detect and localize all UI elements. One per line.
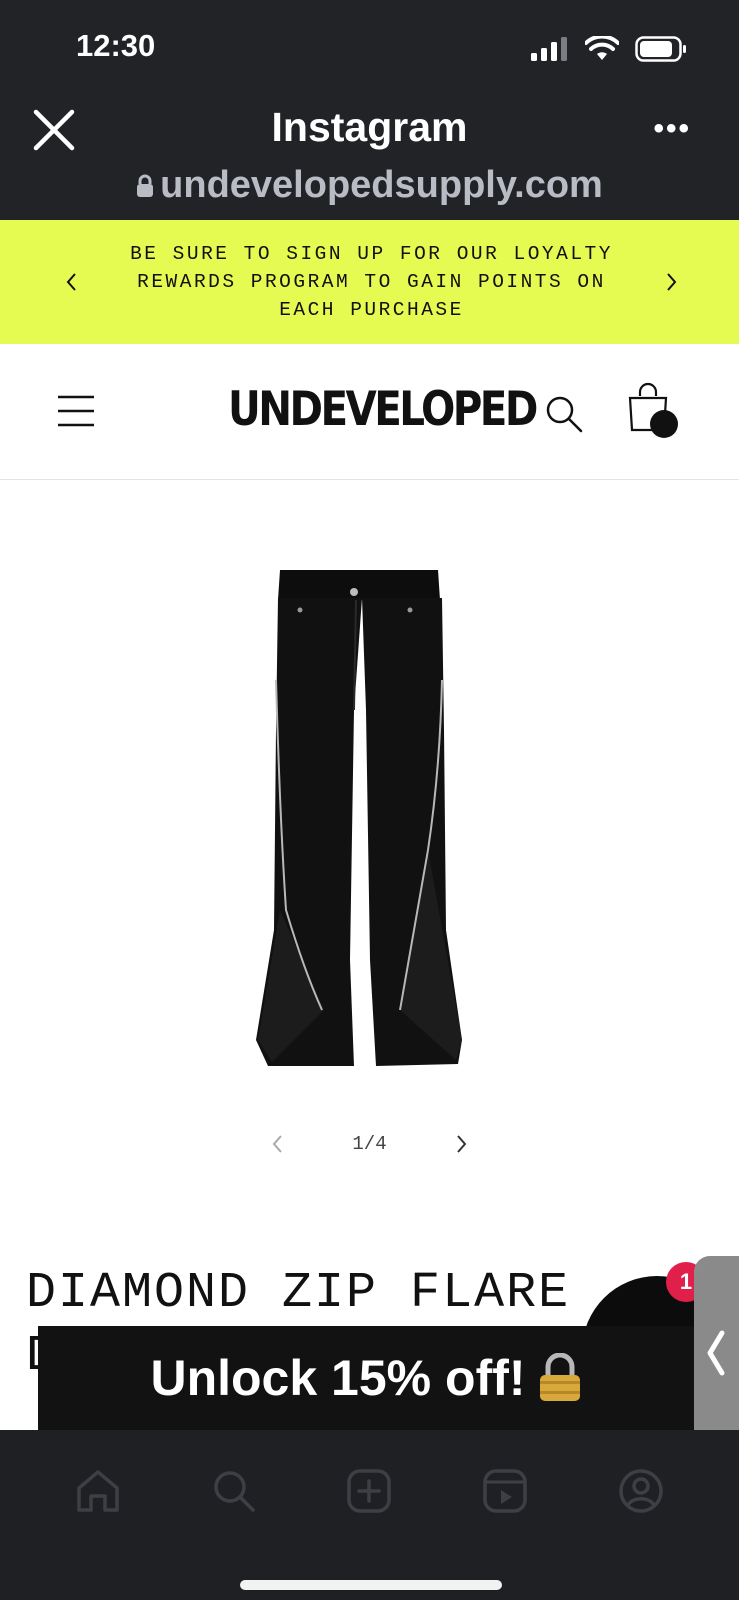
status-time: 12:30 bbox=[76, 28, 156, 63]
gallery-counter: 1/4 bbox=[352, 1133, 387, 1155]
unlock-discount-banner[interactable]: Unlock 15% off! bbox=[38, 1326, 694, 1430]
browser-title: Instagram bbox=[271, 104, 468, 150]
status-icons bbox=[531, 36, 687, 62]
product-gallery[interactable]: 1/4 bbox=[0, 480, 739, 1210]
store-logo[interactable]: UNDEVELOPED bbox=[228, 382, 538, 437]
url-text: undevelopedsupply.com bbox=[160, 164, 603, 206]
create-icon[interactable] bbox=[344, 1466, 394, 1516]
more-icon[interactable]: ••• bbox=[653, 112, 691, 146]
instagram-nav-bar bbox=[0, 1430, 739, 1600]
product-title: DIAMOND ZIP FLARE bbox=[26, 1265, 571, 1322]
lock-icon bbox=[137, 174, 154, 197]
menu-icon[interactable] bbox=[56, 394, 96, 428]
url-bar[interactable]: undevelopedsupply.com bbox=[0, 164, 739, 207]
chevron-left-icon[interactable] bbox=[60, 270, 84, 294]
promo-text: BE SURE TO SIGN UP FOR OUR LOYALTY REWAR… bbox=[130, 243, 613, 321]
shopping-bag-icon[interactable] bbox=[626, 380, 682, 440]
store-header: UNDEVELOPED bbox=[0, 344, 739, 480]
chevron-left-icon bbox=[707, 1330, 725, 1376]
unlock-text: Unlock 15% off! bbox=[150, 1350, 526, 1406]
home-indicator[interactable] bbox=[240, 1580, 502, 1590]
search-icon[interactable] bbox=[209, 1466, 259, 1516]
side-drawer-tab[interactable] bbox=[694, 1256, 739, 1450]
promo-banner: BE SURE TO SIGN UP FOR OUR LOYALTY REWAR… bbox=[0, 220, 739, 344]
gallery-pager: 1/4 bbox=[0, 1132, 739, 1156]
gallery-prev-icon[interactable] bbox=[268, 1132, 288, 1156]
lock-emoji-icon bbox=[539, 1353, 580, 1401]
reels-icon[interactable] bbox=[480, 1466, 530, 1516]
gallery-next-icon[interactable] bbox=[451, 1132, 471, 1156]
profile-icon[interactable] bbox=[616, 1466, 666, 1516]
signal-icon bbox=[531, 37, 567, 61]
home-icon[interactable] bbox=[73, 1466, 123, 1516]
battery-icon bbox=[635, 36, 686, 62]
browser-chrome: 12:30 Instagram ••• undevelopedsupply.co… bbox=[0, 0, 739, 220]
search-icon[interactable] bbox=[542, 392, 586, 436]
product-image[interactable] bbox=[250, 570, 480, 1070]
chevron-right-icon[interactable] bbox=[659, 270, 683, 294]
wifi-icon bbox=[585, 36, 619, 60]
